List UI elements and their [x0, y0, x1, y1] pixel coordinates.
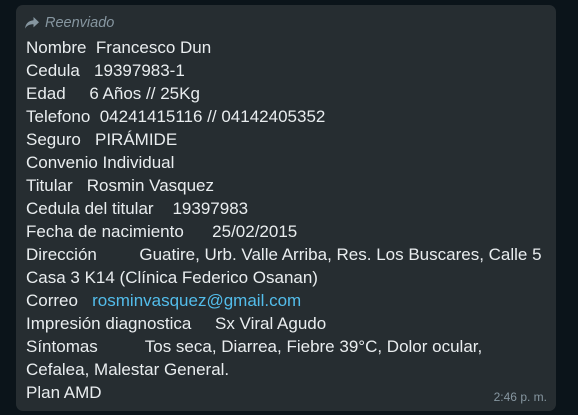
field-convenio: Convenio Individual [26, 153, 175, 172]
message-bubble[interactable]: Reenviado Nombre Francesco Dun Cedula 19… [16, 5, 556, 411]
field-edad: Edad 6 Años // 25Kg [26, 84, 200, 103]
field-titular: Titular Rosmin Vasquez [26, 176, 215, 195]
correo-label: Correo [26, 291, 93, 310]
forwarded-label: Reenviado [45, 15, 115, 31]
field-nombre: Nombre Francesco Dun [26, 38, 212, 57]
email-link[interactable]: rosminvasquez@gmail.com [92, 291, 301, 310]
field-telefono: Telefono 04241415116 // 04142405352 [26, 107, 326, 126]
forwarded-indicator: Reenviado [24, 13, 546, 33]
field-cedula: Cedula 19397983-1 [26, 61, 185, 80]
message-timestamp: 2:46 p. m. [493, 390, 547, 404]
field-cedula-titular: Cedula del titular 19397983 [26, 199, 249, 218]
forward-icon [25, 17, 39, 29]
message-text: Nombre Francesco Dun Cedula 19397983-1 E… [26, 36, 546, 404]
field-plan: Plan AMD [26, 383, 102, 402]
field-sintomas: Síntomas Tos seca, Diarrea, Fiebre 39°C,… [26, 337, 487, 379]
field-seguro: Seguro PIRÁMIDE [26, 130, 178, 149]
field-fecha-nacimiento: Fecha de nacimiento 25/02/2015 [26, 222, 298, 241]
field-impresion-diagnostica: Impresión diagnostica Sx Viral Agudo [26, 314, 327, 333]
field-direccion: Dirección Guatire, Urb. Valle Arriba, Re… [26, 245, 547, 287]
field-correo: Correo rosminvasquez@gmail.com [26, 289, 546, 312]
